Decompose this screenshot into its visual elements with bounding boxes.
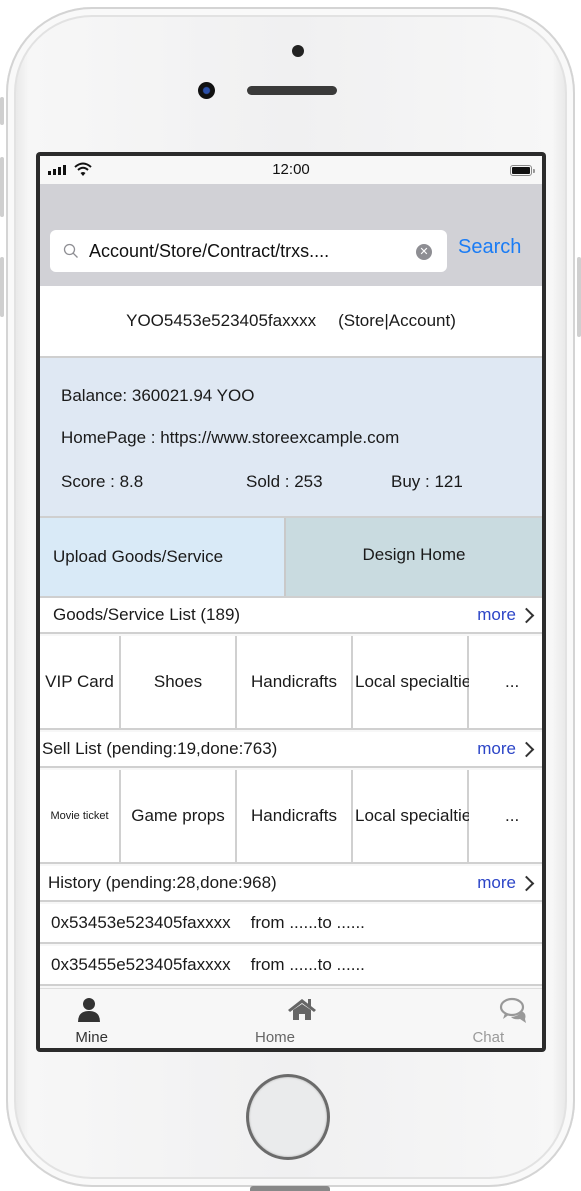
sell-item[interactable]: Local specialties [353, 770, 480, 862]
score-text: Score : 8.8 [61, 472, 144, 491]
lightning-port [250, 1186, 330, 1191]
sell-list-grid: Movie ticket Game props Handicrafts Loca… [40, 770, 542, 864]
balance-text: Balance: 360021.94 YOO [61, 386, 255, 405]
sold-text: Sold : 253 [246, 472, 323, 491]
tab-home[interactable]: Home [207, 989, 374, 1048]
upload-goods-button[interactable]: Upload Goods/Service [40, 518, 286, 596]
user-icon [78, 998, 100, 1022]
sell-list-title: Sell List (pending:19,done:763) [42, 739, 278, 758]
home-button[interactable] [246, 1074, 330, 1160]
goods-list-grid: VIP Card Shoes Handicrafts Local special… [40, 636, 542, 730]
search-input[interactable]: Account/Store/Contract/trxs.... ✕ [50, 230, 447, 272]
search-bar: Account/Store/Contract/trxs.... ✕ Search [40, 184, 542, 286]
goods-item[interactable]: Local specialties [353, 636, 480, 728]
front-camera-icon [198, 82, 215, 99]
mute-switch [0, 97, 4, 125]
buy-text: Buy : 121 [391, 472, 463, 491]
sell-item[interactable]: Game props [121, 770, 237, 862]
search-input-value: Account/Store/Contract/trxs.... [89, 241, 330, 261]
sell-item[interactable]: Movie ticket [40, 770, 121, 862]
history-header: History (pending:28,done:968) more [40, 866, 542, 902]
proximity-sensor [292, 45, 304, 57]
battery-icon [510, 165, 535, 176]
clear-icon[interactable]: ✕ [416, 244, 432, 260]
tab-home-label: Home [254, 1029, 295, 1046]
history-more-link[interactable]: more [477, 873, 516, 893]
history-row[interactable]: 0x53453e523405faxxxx from ......to .....… [40, 904, 542, 944]
tab-chat[interactable]: Chat [375, 989, 542, 1048]
action-buttons: Upload Goods/Service Design Home [40, 516, 542, 598]
tx-hash: 0x53453e523405faxxxx [51, 913, 231, 932]
tab-bar: Mine Home Chat [40, 988, 542, 1048]
account-header: YOO5453e523405faxxxx (Store|Account) [40, 286, 542, 358]
goods-more-link[interactable]: more [477, 605, 516, 625]
tab-chat-label: Chat [472, 1029, 505, 1046]
earpiece-speaker [247, 86, 337, 95]
history-title: History (pending:28,done:968) [48, 873, 277, 892]
sell-list-header: Sell List (pending:19,done:763) more [40, 732, 542, 768]
account-address: YOO5453e523405faxxxx [126, 311, 317, 330]
goods-item[interactable]: Shoes [121, 636, 237, 728]
status-bar: 12:00 [40, 156, 542, 184]
chevron-right-icon[interactable] [518, 607, 535, 624]
search-icon [63, 243, 78, 258]
tab-mine[interactable]: Mine [40, 989, 207, 1048]
goods-more-item[interactable]: ... [469, 636, 542, 728]
home-icon [288, 999, 317, 1020]
goods-list-title: Goods/Service List (189) [53, 605, 241, 624]
chat-icon [499, 997, 526, 1023]
tx-route: from ......to ...... [250, 955, 365, 974]
screen: 12:00 Account/Store/Contract/trxs.... ✕ … [36, 152, 546, 1052]
sell-more-item[interactable]: ... [469, 770, 542, 862]
volume-up-button [0, 157, 4, 217]
goods-item[interactable]: Handicrafts [237, 636, 353, 728]
sell-more-link[interactable]: more [477, 739, 516, 759]
goods-item[interactable]: VIP Card [40, 636, 121, 728]
power-button [577, 257, 581, 337]
tab-mine-label: Mine [75, 1029, 108, 1046]
account-type: (Store|Account) [338, 311, 456, 330]
history-row[interactable]: 0x35455e523405faxxxx from ......to .....… [40, 946, 542, 986]
sell-item[interactable]: Handicrafts [237, 770, 353, 862]
chevron-right-icon[interactable] [518, 875, 535, 892]
goods-list-header: Goods/Service List (189) more [40, 598, 542, 634]
status-time: 12:00 [272, 161, 310, 178]
account-info-panel: Balance: 360021.94 YOO HomePage : https:… [40, 358, 542, 516]
chevron-right-icon[interactable] [518, 741, 535, 758]
homepage-link[interactable]: HomePage : https://www.storeexcample.com [61, 428, 399, 448]
search-button[interactable]: Search [458, 236, 521, 259]
tx-route: from ......to ...... [250, 913, 365, 932]
design-home-button[interactable]: Design Home [286, 518, 542, 596]
tx-hash: 0x35455e523405faxxxx [51, 955, 231, 974]
volume-down-button [0, 257, 4, 317]
